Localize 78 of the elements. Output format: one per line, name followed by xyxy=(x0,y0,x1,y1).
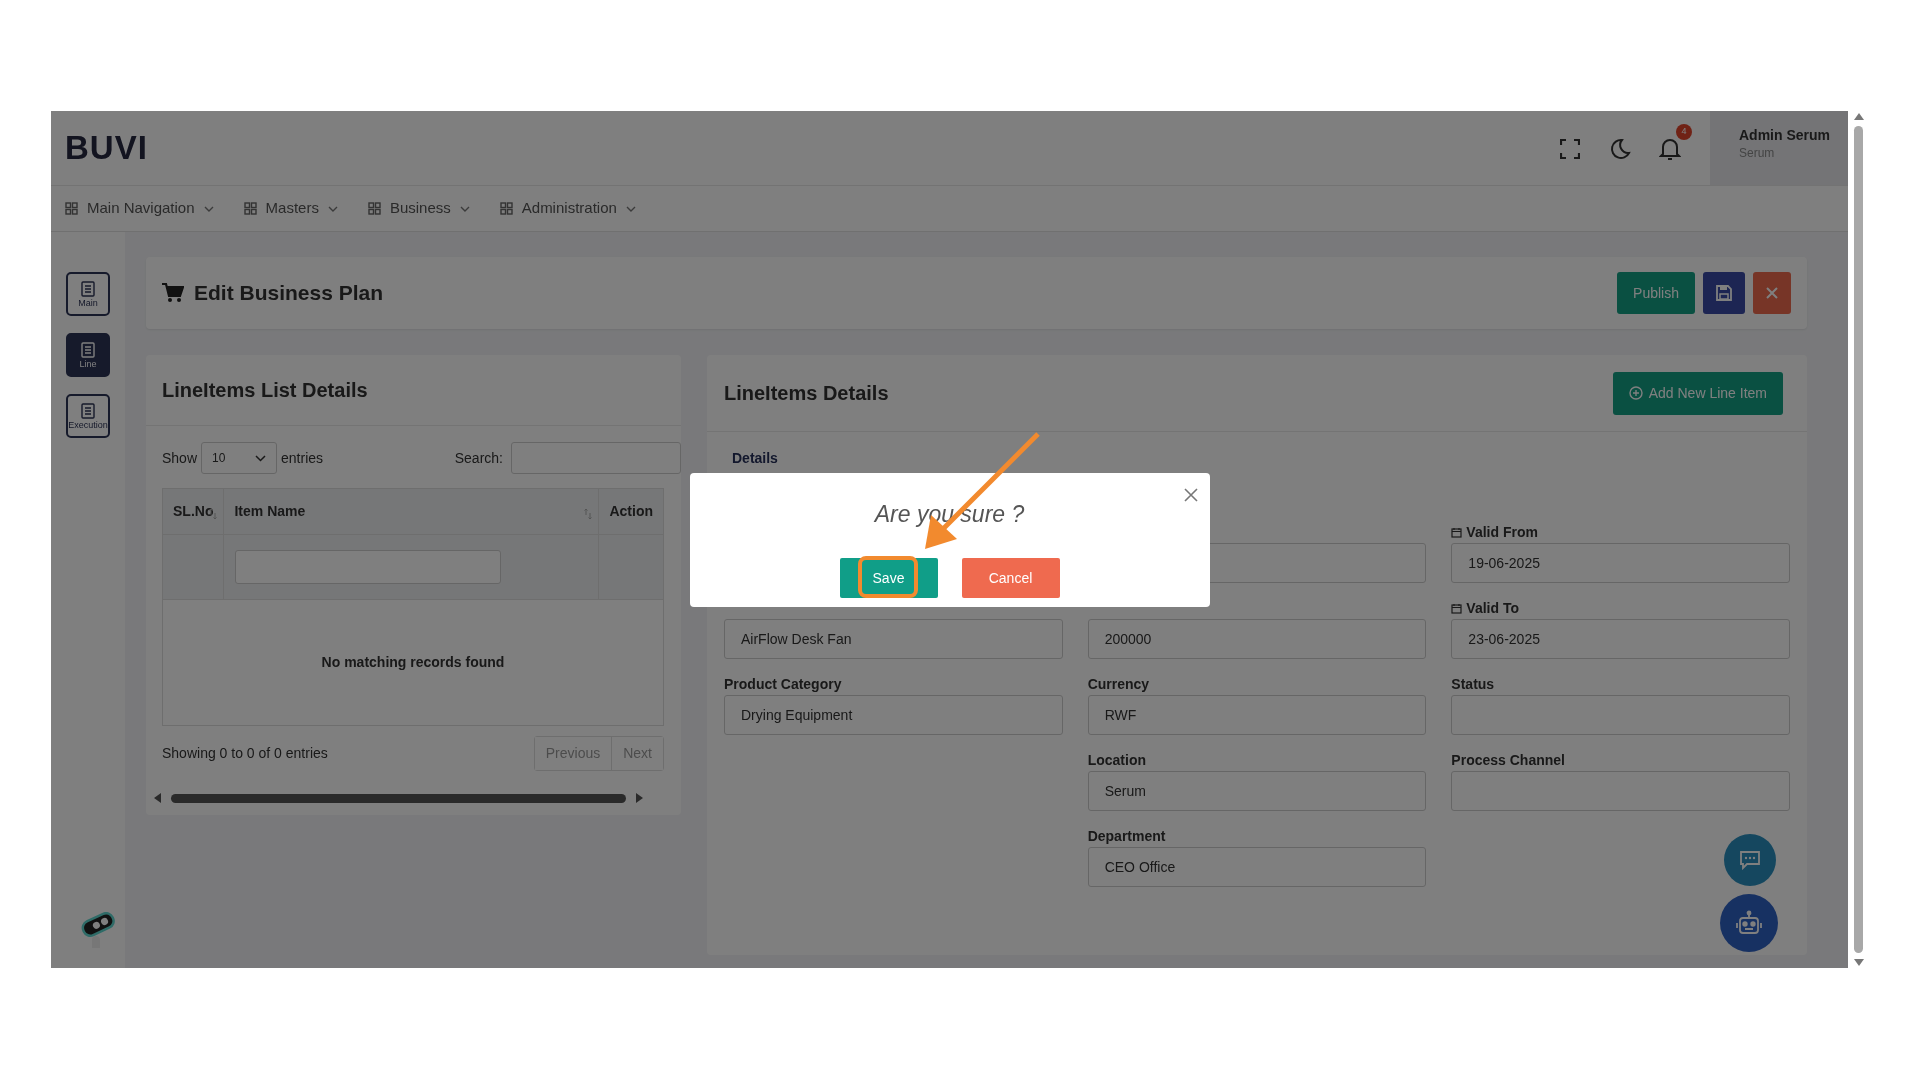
bell-icon[interactable] xyxy=(1659,136,1681,161)
show-label: Show xyxy=(162,448,198,468)
column-header[interactable]: SL.No xyxy=(162,488,224,535)
field-label: Department xyxy=(1087,826,1166,846)
input-field[interactable]: Drying Equipment xyxy=(724,695,1063,735)
chevron-icon[interactable] xyxy=(625,205,636,212)
sidebar-tab[interactable]: Main xyxy=(66,272,110,316)
input-field[interactable]: CEO Office xyxy=(1087,847,1427,887)
cancel-button[interactable]: Cancel xyxy=(961,558,1060,598)
chat-icon[interactable] xyxy=(1739,850,1761,870)
grid-icon[interactable] xyxy=(499,202,513,215)
input-field[interactable]: AirFlow Desk Fan xyxy=(724,619,1063,659)
field-label: Location xyxy=(1087,750,1146,770)
column-header[interactable]: Action xyxy=(598,488,664,535)
card-title: LineItems Details xyxy=(724,381,889,406)
robot-icon[interactable] xyxy=(1735,910,1763,936)
field-label: Status xyxy=(1451,674,1495,694)
field-label: Product Category xyxy=(724,674,842,694)
chevron-icon[interactable] xyxy=(203,205,214,212)
close-icon[interactable] xyxy=(1183,488,1198,503)
nav-menu-item[interactable]: Business xyxy=(367,197,470,220)
column-header[interactable]: Item Name xyxy=(223,488,599,535)
fullscreen-icon[interactable] xyxy=(1560,138,1580,159)
cart-icon xyxy=(162,283,184,303)
filter-field[interactable] xyxy=(235,550,502,584)
chevron-icon[interactable] xyxy=(327,205,338,212)
nav-menu-item[interactable]: Masters xyxy=(243,197,338,220)
user-name[interactable]: Admin Serum xyxy=(1739,127,1848,144)
nav-menu-item[interactable]: Main Navigation xyxy=(65,197,214,220)
empty-message: No matching records found xyxy=(162,599,664,726)
search-label: Search: xyxy=(454,448,503,468)
save-icon[interactable] xyxy=(1716,285,1732,301)
save-button[interactable]: Save xyxy=(839,558,938,598)
logo: BUVI xyxy=(64,128,148,169)
notification-badge: 4 xyxy=(1676,124,1692,140)
add-line-item-button[interactable]: Add New Line Item xyxy=(1612,371,1783,415)
scrollbar-thumb[interactable] xyxy=(1854,126,1863,953)
card-title: LineItems List Details xyxy=(146,355,681,426)
field-label: Process Channel xyxy=(1451,750,1565,770)
input-field[interactable] xyxy=(1451,771,1790,811)
input-field[interactable]: 23-06-2025 xyxy=(1451,619,1790,659)
nav-menu-item[interactable]: Administration xyxy=(499,197,636,220)
scroll-left-icon[interactable] xyxy=(154,793,161,803)
input-field[interactable]: 200000 xyxy=(1087,619,1427,659)
search-field[interactable] xyxy=(511,442,681,474)
grid-icon[interactable] xyxy=(367,202,381,215)
input-field[interactable]: 19-06-2025 xyxy=(1451,543,1790,583)
entries-label: entries xyxy=(281,448,324,468)
publish-button[interactable]: Publish xyxy=(1617,272,1695,314)
sort-icon[interactable] xyxy=(584,508,593,520)
field-label: Valid From xyxy=(1466,522,1538,542)
plus-circle-icon[interactable] xyxy=(1628,386,1643,400)
tab[interactable]: Details xyxy=(732,448,778,469)
calendar-icon xyxy=(1451,526,1463,538)
sidebar-tab[interactable]: Line xyxy=(66,333,110,377)
close-button[interactable] xyxy=(1753,272,1791,314)
sidebar-tab[interactable]: Execution xyxy=(66,394,110,438)
field-label: Valid To xyxy=(1466,598,1519,618)
save-button[interactable] xyxy=(1703,272,1745,314)
scroll-up-icon[interactable] xyxy=(1853,113,1864,120)
scroll-down-icon[interactable] xyxy=(1853,959,1864,966)
input-field[interactable] xyxy=(1451,695,1790,735)
chevron-icon[interactable] xyxy=(459,205,470,212)
page-size-select[interactable]: 10 xyxy=(201,442,278,474)
document-icon[interactable] xyxy=(81,402,95,419)
input-field[interactable]: Serum xyxy=(1087,771,1427,811)
moon-icon[interactable] xyxy=(1609,137,1631,160)
page-title: Edit Business Plan xyxy=(194,280,384,306)
table-info: Showing 0 to 0 of 0 entries xyxy=(162,744,328,763)
calendar-icon xyxy=(1451,602,1463,614)
chevron-icon[interactable] xyxy=(255,454,267,462)
scrollbar-thumb[interactable] xyxy=(171,793,626,803)
input-field[interactable]: RWF xyxy=(1087,695,1427,735)
grid-icon[interactable] xyxy=(243,202,257,215)
field-label: Currency xyxy=(1087,674,1150,694)
grid-icon[interactable] xyxy=(65,202,78,215)
document-icon[interactable] xyxy=(81,280,95,297)
scroll-right-icon[interactable] xyxy=(636,793,643,803)
